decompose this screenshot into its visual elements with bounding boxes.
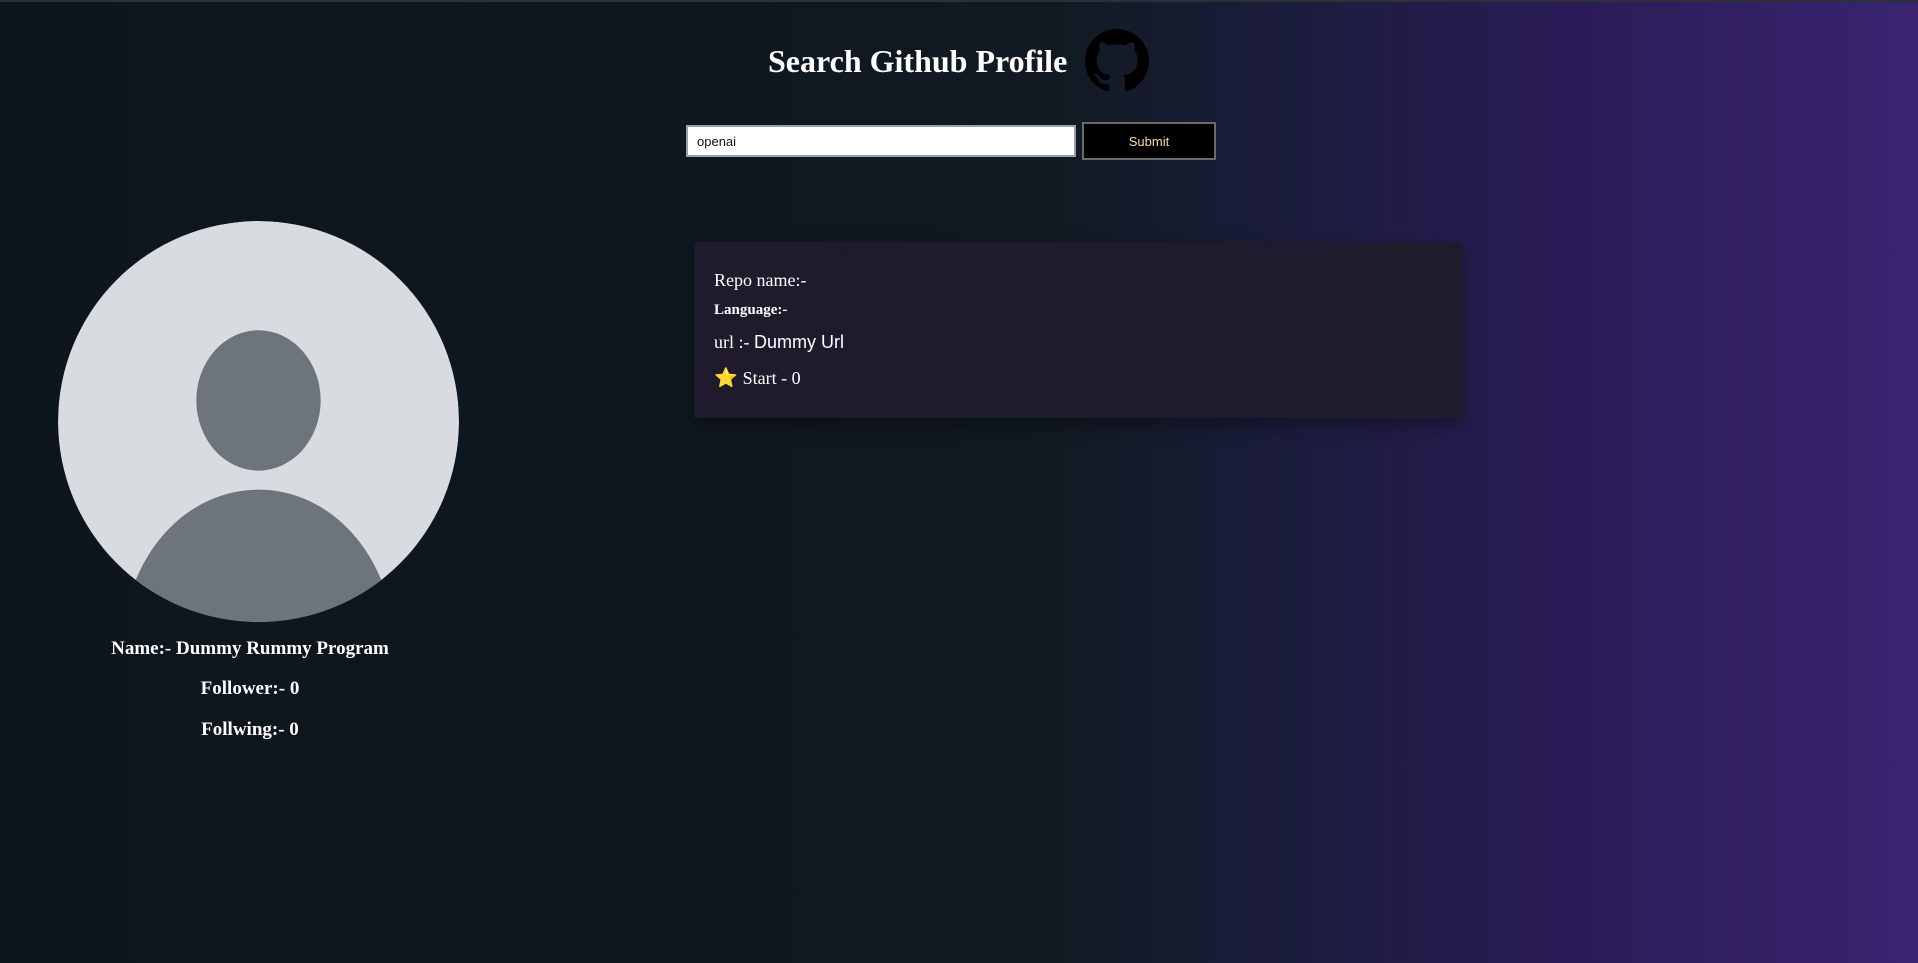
profile-panel: Name:- Dummy Rummy Program Follower:- 0 … [57,221,459,740]
github-logo-icon [1085,29,1150,92]
star-icon: ⭐ [714,368,738,389]
repo-name: Repo name:- [714,270,807,290]
repo-url-prefix: url :- [714,332,754,352]
repo-stars: ⭐ Start - 0 [714,366,801,390]
repo-card: Repo name:- Language:- url :- Dummy Url … [694,242,1462,418]
search-input[interactable] [686,125,1076,157]
search-form: Submit [686,122,1216,160]
repo-url: url :- Dummy Url [714,332,844,353]
submit-button[interactable]: Submit [1082,122,1216,160]
profile-name: Name:- Dummy Rummy Program [111,638,389,659]
page-title: Search Github Profile [768,43,1068,79]
header: Search Github Profile [768,28,1150,94]
repo-url-value: Dummy Url [754,332,844,352]
repo-language: Language:- [714,302,788,318]
top-border [0,0,1918,2]
profile-following: Follwing:- 0 [201,719,299,740]
avatar-icon [58,221,459,622]
repo-stars-count: Start - 0 [742,367,801,388]
profile-followers: Follower:- 0 [200,678,300,699]
